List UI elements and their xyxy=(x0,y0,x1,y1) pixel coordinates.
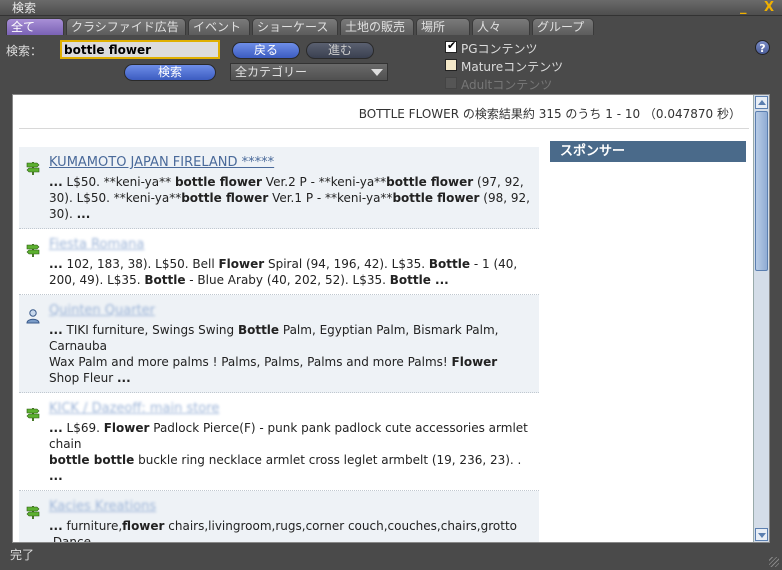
forward-button[interactable]: 進む xyxy=(306,42,374,59)
tab-places[interactable]: 場所 xyxy=(416,18,470,35)
search-input[interactable] xyxy=(60,40,220,59)
chevron-down-icon xyxy=(371,69,383,76)
status-text: 完了 xyxy=(10,548,35,562)
result-title-link[interactable]: Kacies Kreations xyxy=(49,499,531,515)
tab-showcase[interactable]: ショーケース xyxy=(252,18,338,35)
tab-people[interactable]: 人々 xyxy=(472,18,530,35)
window-title: 検索 xyxy=(12,1,37,15)
scroll-down-icon[interactable] xyxy=(755,528,768,541)
result-snippet: ... L$69. Flower Padlock Pierce(F) - pun… xyxy=(49,421,528,483)
result-snippet: ... 102, 183, 38). L$50. Bell Flower Spi… xyxy=(49,257,518,287)
list-item: Kacies Kreations ... furniture,flower ch… xyxy=(19,491,539,543)
results-summary: BOTTLE FLOWER の検索結果約 315 のうち 1 - 10 （0.0… xyxy=(19,99,749,129)
results-list: KUMAMOTO JAPAN FIRELAND ***** ... L$50. … xyxy=(19,147,539,543)
search-label: 検索： xyxy=(6,44,43,58)
resize-grip-icon[interactable] xyxy=(769,557,779,567)
result-title-link[interactable]: KUMAMOTO JAPAN FIRELAND ***** xyxy=(49,155,531,171)
result-snippet: ... L$50. **keni-ya** bottle flower Ver.… xyxy=(49,175,530,221)
minimize-icon[interactable]: _ xyxy=(740,0,747,16)
adult-content-checkbox xyxy=(445,77,457,89)
signpost-icon xyxy=(26,408,40,421)
result-title-link[interactable]: Quinten Quarter xyxy=(49,303,531,319)
result-snippet: ... furniture,flower chairs,livingroom,r… xyxy=(49,519,517,543)
mature-content-label: Matureコンテンツ xyxy=(461,60,564,74)
pg-content-label: PGコンテンツ xyxy=(461,42,538,56)
category-dropdown[interactable]: 全カテゴリー xyxy=(230,63,388,81)
tab-groups[interactable]: グループ xyxy=(532,18,594,35)
close-icon[interactable]: X xyxy=(764,0,774,16)
results-browser: BOTTLE FLOWER の検索結果約 315 のうち 1 - 10 （0.0… xyxy=(12,94,770,543)
list-item: KUMAMOTO JAPAN FIRELAND ***** ... L$50. … xyxy=(19,147,539,229)
result-title-link[interactable]: Fiesta Romana xyxy=(49,237,531,253)
tab-classifieds[interactable]: クラシファイド広告 xyxy=(66,18,186,35)
pg-content-checkbox[interactable] xyxy=(445,39,457,53)
list-item: KICK / Dazeoff: main store ... L$69. Flo… xyxy=(19,393,539,491)
result-snippet: ... TIKI furniture, Swings Swing Bottle … xyxy=(49,323,499,385)
scroll-thumb[interactable] xyxy=(755,111,768,271)
result-title-link[interactable]: KICK / Dazeoff: main store xyxy=(49,401,531,417)
back-button[interactable]: 戻る xyxy=(232,42,300,59)
signpost-icon xyxy=(26,506,40,519)
sponsor-header: スポンサー xyxy=(550,141,746,162)
adult-content-label: Adultコンテンツ xyxy=(461,78,553,92)
list-item: Fiesta Romana ... 102, 183, 38). L$50. B… xyxy=(19,229,539,295)
person-icon xyxy=(26,309,40,324)
signpost-icon xyxy=(26,162,40,175)
search-button[interactable]: 検索 xyxy=(124,64,216,81)
mature-content-checkbox[interactable] xyxy=(445,59,457,71)
scroll-up-icon[interactable] xyxy=(755,96,768,109)
category-selected: 全カテゴリー xyxy=(235,65,308,79)
window-titlebar: 検索 _ X xyxy=(0,0,782,16)
tab-events[interactable]: イベント xyxy=(188,18,250,35)
tab-all[interactable]: 全て xyxy=(6,18,64,35)
list-item: Quinten Quarter ... TIKI furniture, Swin… xyxy=(19,295,539,393)
help-icon[interactable]: ? xyxy=(755,40,770,55)
results-scrollbar[interactable] xyxy=(753,95,769,542)
signpost-icon xyxy=(26,244,40,257)
tab-land-sales[interactable]: 土地の販売 xyxy=(340,18,414,35)
